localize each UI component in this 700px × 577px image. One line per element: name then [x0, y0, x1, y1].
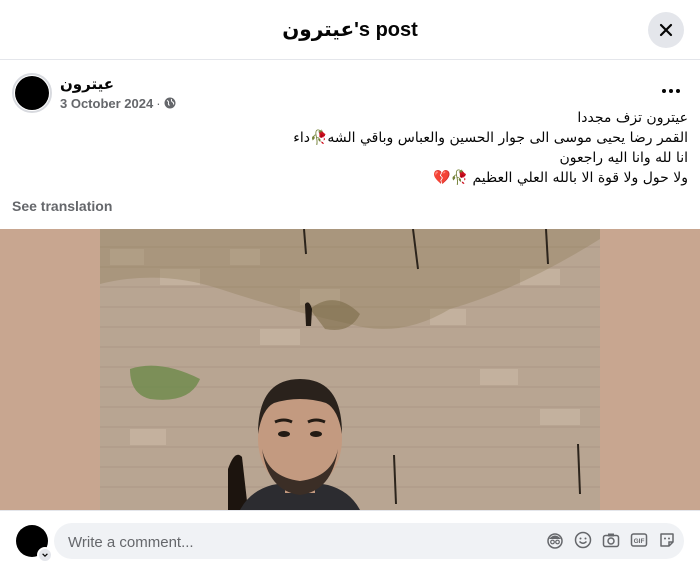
camera-icon[interactable]	[602, 531, 620, 549]
photo-image	[100, 229, 600, 510]
post-photo[interactable]	[0, 229, 700, 510]
post-text: عيترون تزف مجددا القمر رضا يحيى موسى الى…	[188, 108, 688, 188]
see-translation-link[interactable]: See translation	[12, 198, 112, 214]
svg-text:GIF: GIF	[634, 538, 645, 545]
close-icon	[659, 23, 673, 37]
avatar-sticker-icon[interactable]	[546, 531, 564, 549]
more-icon	[662, 89, 666, 93]
gif-icon[interactable]: GIF	[630, 531, 648, 549]
meta-separator: ·	[156, 95, 161, 111]
emoji-icon[interactable]	[574, 531, 592, 549]
comment-tools: GIF	[546, 531, 676, 549]
post-meta: 3 October 2024 ·	[60, 96, 176, 111]
post-header: عيترون 3 October 2024 ·	[12, 73, 176, 113]
author-name[interactable]: عيترون	[60, 76, 176, 94]
post-date[interactable]: 3 October 2024	[60, 96, 153, 111]
author-avatar[interactable]	[12, 73, 52, 113]
comment-input-wrapper: GIF	[54, 523, 684, 561]
close-button[interactable]	[648, 12, 684, 48]
post-text-line: انا لله وانا اليه راجعون	[559, 150, 688, 166]
post-text-line: عيترون تزف مجددا	[577, 110, 688, 126]
sticker-icon[interactable]	[658, 531, 676, 549]
comment-composer: GIF	[0, 510, 700, 577]
author-block: عيترون 3 October 2024 ·	[60, 76, 176, 111]
post-dialog-header: عيترون's post	[0, 0, 700, 60]
post-text-line: ولا حول ولا قوة الا بالله العلي العظيم 🥀…	[433, 170, 688, 186]
post-text-line: القمر رضا يحيى موسى الى جوار الحسين والع…	[293, 130, 688, 146]
comment-input[interactable]	[66, 523, 530, 561]
more-options-button[interactable]	[656, 78, 686, 104]
chevron-down-icon	[42, 553, 48, 558]
profile-switch-badge[interactable]	[37, 547, 53, 563]
dialog-title: عيترون's post	[282, 19, 418, 41]
globe-icon[interactable]	[164, 97, 176, 109]
avatar-image	[15, 76, 49, 110]
